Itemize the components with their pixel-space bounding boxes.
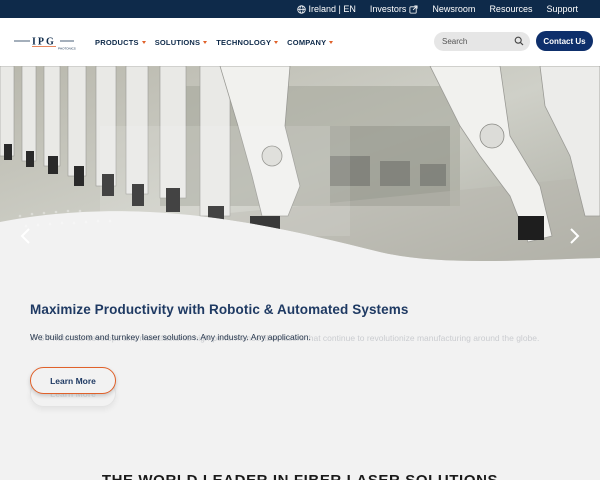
caret-down-icon [141, 40, 146, 44]
caret-down-icon [203, 40, 208, 44]
search-input[interactable] [442, 37, 514, 46]
hero-title: Maximize Productivity with Robotic & Aut… [30, 302, 409, 317]
utility-links: Ireland | EN Investors Newsroom Resource… [296, 0, 578, 18]
nav-company[interactable]: COMPANY [287, 37, 334, 47]
hero-section: IPG Photonics develops and manufactures … [0, 66, 600, 480]
investors-link[interactable]: Investors [370, 4, 419, 14]
main-nav: IPG PHOTONICS PRODUCTS SOLUTIONS TECHNOL… [0, 18, 600, 66]
support-label: Support [546, 4, 578, 14]
primary-menu: PRODUCTS SOLUTIONS TECHNOLOGY COMPANY [95, 18, 334, 66]
resources-link[interactable]: Resources [489, 4, 532, 14]
page: Ireland | EN Investors Newsroom Resource… [0, 0, 600, 480]
nav-technology-label: TECHNOLOGY [216, 37, 272, 47]
investors-label: Investors [369, 4, 407, 14]
learn-more-button[interactable]: Learn More [30, 367, 116, 394]
ipg-logo[interactable]: IPG PHOTONICS [12, 32, 76, 52]
globe-icon [296, 4, 306, 14]
newsroom-label: Newsroom [432, 4, 476, 14]
nav-products-label: PRODUCTS [95, 37, 139, 47]
svg-text:IPG: IPG [32, 37, 56, 48]
utility-bar: Ireland | EN Investors Newsroom Resource… [0, 0, 600, 18]
resources-label: Resources [489, 4, 533, 14]
section-heading: THE WORLD LEADER IN FIBER LASER SOLUTION… [0, 472, 600, 480]
nav-products[interactable]: PRODUCTS [95, 38, 146, 47]
search-box [434, 32, 530, 51]
caret-down-icon [329, 40, 334, 44]
hero-robot-image [0, 66, 600, 261]
nav-technology[interactable]: TECHNOLOGY [216, 37, 279, 47]
support-link[interactable]: Support [546, 4, 578, 14]
caret-down-icon [274, 40, 279, 44]
region-selector[interactable]: Ireland | EN [296, 4, 356, 14]
external-link-icon [409, 4, 418, 14]
hero-subtitle: We build custom and turnkey laser soluti… [30, 332, 311, 342]
chevron-right-icon[interactable] [566, 226, 582, 246]
svg-text:PHOTONICS: PHOTONICS [58, 47, 76, 51]
search-icon[interactable] [514, 36, 524, 46]
nav-solutions[interactable]: SOLUTIONS [155, 38, 208, 47]
nav-company-label: COMPANY [287, 37, 327, 47]
chevron-left-icon[interactable] [18, 226, 34, 246]
contact-us-button[interactable]: Contact Us [536, 31, 593, 51]
newsroom-link[interactable]: Newsroom [432, 4, 475, 14]
region-label: Ireland | EN [308, 4, 356, 14]
nav-solutions-label: SOLUTIONS [154, 37, 201, 47]
